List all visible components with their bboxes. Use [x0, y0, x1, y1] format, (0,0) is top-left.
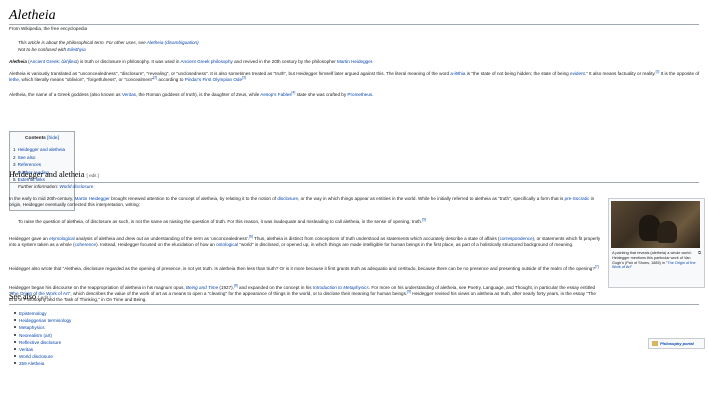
link-evident[interactable]: evident	[570, 71, 585, 76]
link-martin-heidegger[interactable]: Martin Heidegger	[337, 59, 372, 64]
thumbnail-caption: A painting that reveals (aletheia) a who…	[612, 251, 696, 270]
link-correspondence[interactable]: correspondence	[500, 236, 533, 241]
toc-title: Contents [hide]	[25, 136, 59, 141]
further-information: Further information: World disclosure	[18, 184, 94, 189]
hatnote-confusion: Not to be confused with Eileithyia	[18, 47, 86, 52]
list-item[interactable]: 259 Aletheia	[14, 360, 71, 367]
link-lethe[interactable]: lethe	[9, 77, 19, 82]
link-coherence[interactable]: coherence	[75, 242, 96, 247]
link-aesops-fables[interactable]: Aesop's Fables	[260, 92, 291, 97]
section1-paragraph-4: Heidegger began his discourse on the rea…	[9, 283, 596, 303]
page-title: Aletheia	[9, 8, 56, 23]
edit-section-see-also[interactable]: [ edit ]	[38, 295, 51, 300]
section-heading-see-also: See also [ edit ]	[9, 292, 51, 301]
philosophy-portal-box[interactable]: Philosophy portal	[648, 338, 705, 349]
portal-icon	[652, 341, 658, 346]
link-ancient-greek-philosophy[interactable]: Ancient Greek philosophy	[180, 59, 232, 64]
edit-section-heidegger[interactable]: [ edit ]	[87, 173, 100, 178]
intro-paragraph-2: Aletheia is variously translated as "unc…	[9, 69, 700, 83]
link-ontological[interactable]: ontological	[216, 242, 238, 247]
citation-5[interactable]: [5]	[422, 217, 426, 221]
list-item[interactable]: Heideggerian terminology	[14, 317, 71, 324]
intro-paragraph-1: Aletheia (Ancient Greek: ἀλήθεια) is tru…	[9, 59, 374, 64]
thumbnail-figure: ⧉ A painting that reveals (aletheia) a w…	[608, 198, 705, 288]
section-divider	[9, 304, 699, 305]
toc-hide-link[interactable]: [hide]	[47, 136, 59, 141]
link-martin-heidegger-2[interactable]: Martin Heidegger	[75, 196, 110, 201]
hatnote-link-disambiguation[interactable]: Aletheia (disambiguation)	[147, 40, 199, 45]
link-pre-socratic[interactable]: pre-Socratic	[565, 196, 590, 201]
blockquote: To raise the question of aletheia, of di…	[18, 217, 427, 224]
link-prometheus[interactable]: Prometheus	[347, 92, 372, 97]
list-item[interactable]: Veritas	[14, 346, 71, 353]
link-pindar[interactable]: Pindar's First Olympian Ode	[185, 77, 242, 82]
section1-paragraph-1: In the early to mid 20th-century, Martin…	[9, 196, 595, 208]
link-ancient-greek[interactable]: Ancient Greek	[30, 59, 59, 64]
toc-item[interactable]: 1 Heidegger and aletheia	[13, 146, 65, 154]
link-greek-word[interactable]: ἀλήθεια	[61, 59, 77, 64]
intro-paragraph-3: Aletheia, the name of a Greek goddess (a…	[9, 90, 374, 97]
list-item[interactable]: Neorealism (art)	[14, 332, 71, 339]
link-a-lethia[interactable]: a-lēthia	[450, 71, 465, 76]
toc-item[interactable]: 2 See also	[13, 154, 65, 162]
section-divider	[9, 182, 699, 183]
list-item[interactable]: Metaphysics	[14, 324, 71, 331]
citation-7[interactable]: [7]	[595, 264, 599, 268]
section1-paragraph-2: Heidegger gave an etymological analysis …	[9, 234, 601, 248]
pair-of-shoes-painting[interactable]	[611, 201, 700, 248]
list-item[interactable]: World disclosure	[14, 353, 71, 360]
hatnote-link-eileithyia[interactable]: Eileithyia	[67, 47, 85, 52]
section-heading-heidegger: Heidegger and aletheia [ edit ]	[9, 170, 100, 179]
hatnote-disambiguation: This article is about the philosophical …	[18, 40, 199, 45]
link-world-disclosure[interactable]: World disclosure	[59, 184, 93, 189]
link-disclosure[interactable]: disclosure	[277, 196, 298, 201]
list-item[interactable]: Reflective disclosure	[14, 339, 71, 346]
tagline: From Wikipedia, the free encyclopedia	[9, 26, 88, 31]
citation-3[interactable]: [3]	[242, 76, 246, 80]
link-etymological[interactable]: etymological	[49, 236, 75, 241]
section1-paragraph-3: Heidegger also wrote that "Aletheia, dis…	[9, 264, 599, 271]
toc-item[interactable]: 3 References	[13, 161, 65, 169]
painting-shoe	[657, 221, 677, 243]
link-being-and-time[interactable]: Being and Time	[186, 285, 218, 290]
link-veritas[interactable]: Veritas	[122, 92, 136, 97]
see-also-list: Epistemology Heideggerian terminology Me…	[14, 310, 71, 368]
list-item[interactable]: Epistemology	[14, 310, 71, 317]
title-divider	[9, 24, 699, 25]
link-introduction-to-metaphysics[interactable]: Introduction to Metaphysics	[313, 285, 369, 290]
